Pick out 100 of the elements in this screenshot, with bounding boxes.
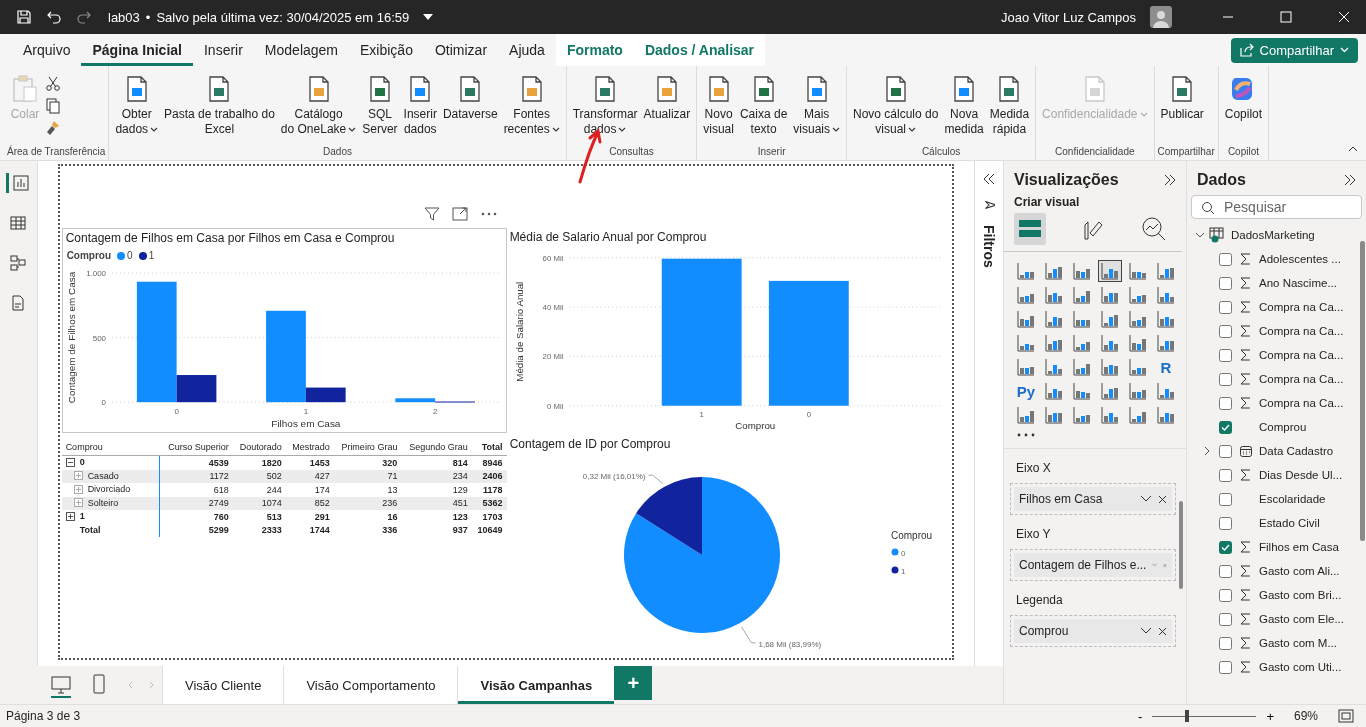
field-name[interactable]: Compra na Ca...: [1259, 397, 1344, 409]
menu-tab[interactable]: Dados / Analisar: [633, 34, 766, 66]
collapse-icon[interactable]: [1344, 174, 1356, 186]
field-name[interactable]: Estado Civil: [1259, 517, 1320, 529]
page-tab[interactable]: Visão Cliente: [162, 666, 284, 704]
field-name[interactable]: Escolaridade: [1259, 493, 1326, 505]
menu-tab[interactable]: Formato: [555, 34, 634, 66]
checkbox[interactable]: [1219, 540, 1232, 554]
bar[interactable]: [305, 387, 346, 403]
field-name[interactable]: Gasto com Ali...: [1259, 565, 1340, 577]
add-page-button[interactable]: +: [614, 666, 653, 700]
field-name[interactable]: Compra na Ca...: [1259, 301, 1344, 313]
checkbox[interactable]: [1219, 516, 1232, 530]
column-header[interactable]: Total: [471, 439, 507, 456]
field-name[interactable]: Compra na Ca...: [1259, 325, 1344, 337]
checkbox[interactable]: [1219, 492, 1232, 506]
copy-icon[interactable]: [45, 98, 61, 114]
checkbox[interactable]: [1219, 300, 1232, 314]
pie-chart[interactable]: Contagem de ID por Comprou 1,68 Mil (83,99%) 0,32 Mil (16,01%) Comprou 0 1: [506, 435, 952, 655]
ribbon-button[interactable]: Inserir dados: [400, 72, 440, 139]
column-header[interactable]: Curso Superior: [159, 439, 233, 456]
bar[interactable]: [176, 375, 216, 403]
menu-tab[interactable]: Modelagem: [253, 34, 349, 66]
menu-tab[interactable]: Ajuda: [498, 34, 556, 66]
checkbox[interactable]: [1219, 468, 1232, 482]
maximize-icon[interactable]: [1280, 11, 1292, 23]
page-tab[interactable]: Visão Comportamento: [283, 666, 458, 704]
field-name[interactable]: Gasto com M...: [1259, 637, 1337, 649]
ribbon-button[interactable]: Pasta de trabalho do Excel: [161, 72, 278, 139]
ribbon-button[interactable]: Copilot: [1221, 72, 1266, 124]
menu-tab[interactable]: Inserir: [192, 34, 254, 66]
expand-toggle-icon[interactable]: [65, 511, 75, 521]
column-header[interactable]: Doutorado: [232, 439, 286, 456]
checkbox[interactable]: [1219, 324, 1232, 338]
field-pill[interactable]: Contagem de Filhos e...: [1014, 553, 1172, 577]
field-name[interactable]: Filhos em Casa: [1259, 541, 1339, 553]
expand-toggle-icon[interactable]: [73, 498, 83, 507]
menu-tab[interactable]: Exibição: [349, 34, 424, 66]
checkbox[interactable]: [1219, 372, 1232, 386]
search-field[interactable]: Pesquisar: [1191, 195, 1362, 219]
scrollbar[interactable]: [1360, 241, 1365, 541]
page-tab[interactable]: Visão Campanhas: [457, 666, 615, 704]
ribbon-button[interactable]: Medida rápida: [986, 72, 1033, 139]
close-icon[interactable]: [1338, 11, 1350, 23]
field-name[interactable]: Gasto com Uti...: [1259, 661, 1342, 673]
checkbox[interactable]: [1219, 588, 1232, 602]
scissors-icon[interactable]: [45, 76, 61, 92]
ribbon-button[interactable]: Novo cálculo do visual: [850, 72, 942, 139]
field-name[interactable]: Gasto com Ele...: [1259, 613, 1344, 625]
field-pill[interactable]: Comprou: [1014, 619, 1172, 643]
chevron-right-icon[interactable]: [1203, 446, 1211, 456]
redo-icon[interactable]: [76, 9, 92, 25]
expand-toggle-icon[interactable]: [73, 484, 83, 494]
zoom-in-button[interactable]: +: [1264, 708, 1276, 724]
ribbon-button[interactable]: Nova medida: [941, 72, 987, 139]
scrollbar[interactable]: [1179, 501, 1183, 589]
column-header[interactable]: Mestrado: [285, 439, 334, 456]
ribbon-button[interactable]: Catálogo do OneLake: [277, 72, 360, 139]
fit-to-page-icon[interactable]: [1338, 709, 1354, 723]
column-header[interactable]: Segundo Grau: [401, 439, 472, 456]
brush-icon[interactable]: [45, 120, 61, 136]
ribbon-button[interactable]: Novo visual: [700, 72, 737, 139]
field-name[interactable]: Comprou: [1259, 421, 1307, 433]
focus-mode-icon[interactable]: [451, 207, 468, 221]
collapse-icon[interactable]: [1348, 146, 1358, 152]
chart-type-icon[interactable]: [1098, 260, 1122, 282]
ribbon-button[interactable]: Publicar: [1157, 72, 1207, 124]
filters-pane[interactable]: Filtros: [973, 161, 1003, 666]
build-visual-icon[interactable]: [1014, 213, 1046, 245]
menu-tab[interactable]: Página Inicial: [81, 34, 193, 66]
report-view-icon[interactable]: [5, 173, 31, 193]
checkbox[interactable]: [1219, 564, 1232, 578]
ribbon-button[interactable]: Atualizar: [640, 72, 694, 124]
column-header[interactable]: Comprou: [61, 439, 160, 456]
zoom-out-button[interactable]: -: [1136, 708, 1145, 724]
ribbon-button[interactable]: Mais visuais: [790, 72, 843, 139]
expand-icon[interactable]: [982, 173, 995, 185]
checkbox[interactable]: [1219, 660, 1232, 674]
share-button[interactable]: Compartilhar: [1230, 37, 1358, 63]
checkbox[interactable]: [1219, 444, 1232, 458]
field-name[interactable]: Data Cadastro: [1259, 445, 1334, 457]
chevron-down-icon[interactable]: [1195, 230, 1205, 240]
checkbox[interactable]: [1219, 420, 1232, 434]
checkbox[interactable]: [1219, 348, 1232, 362]
undo-icon[interactable]: [46, 9, 62, 25]
table-view-icon[interactable]: [8, 213, 29, 233]
field-name[interactable]: Compra na Ca...: [1259, 349, 1344, 361]
ribbon-button[interactable]: SQL Server: [359, 72, 401, 139]
field-name[interactable]: Dias Desde Ul...: [1259, 469, 1343, 481]
more-options-icon[interactable]: [1016, 432, 1036, 438]
slider-thumb[interactable]: [1184, 710, 1189, 722]
field-name[interactable]: Gasto com Bri...: [1259, 589, 1342, 601]
menu-tab[interactable]: Otimizar: [423, 34, 499, 66]
menu-tab[interactable]: Arquivo: [12, 34, 82, 66]
field-pill[interactable]: Filhos em Casa: [1014, 487, 1172, 511]
ribbon-button[interactable]: Dataverse: [439, 72, 501, 124]
checkbox[interactable]: [1219, 276, 1232, 290]
visual-type-button[interactable]: Py: [1014, 380, 1038, 402]
field-name[interactable]: Adolescentes ...: [1259, 253, 1341, 265]
ribbon-button[interactable]: Fontes recentes: [500, 72, 563, 139]
